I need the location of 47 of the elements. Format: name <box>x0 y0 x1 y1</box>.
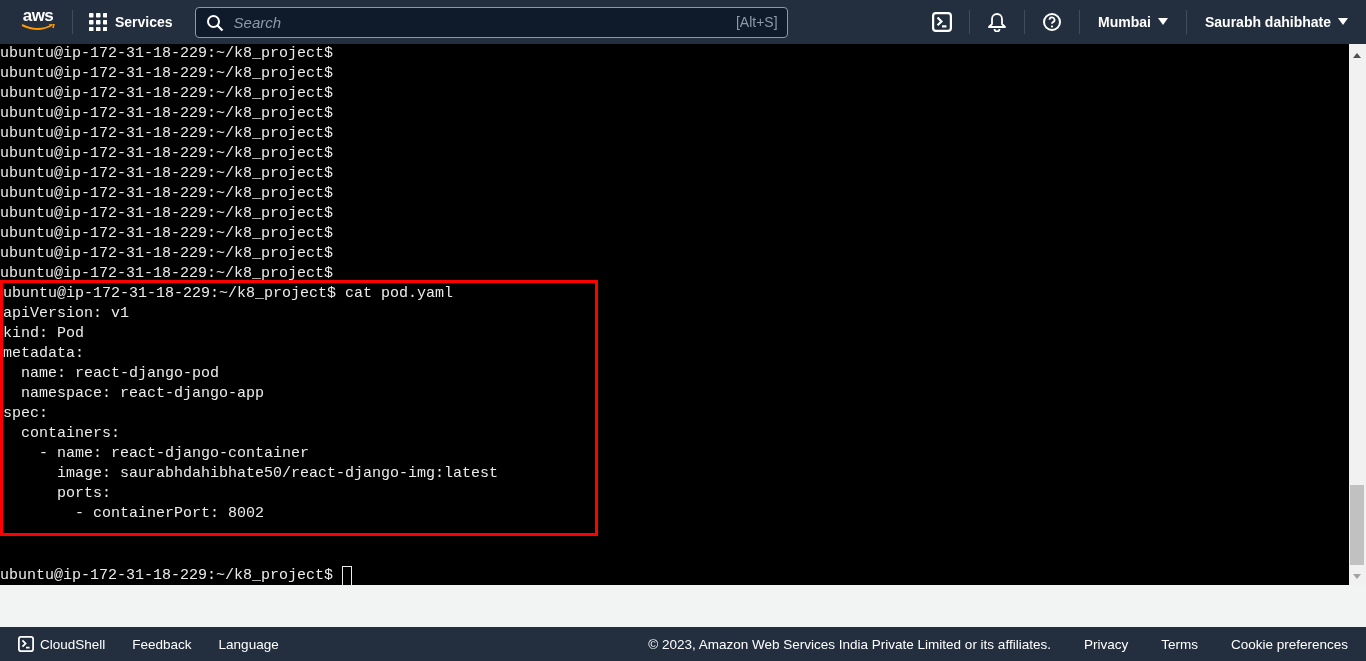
cloudshell-link[interactable]: CloudShell <box>18 636 106 652</box>
terminal-line: spec: <box>3 404 49 424</box>
terminal-prompt: ubuntu@ip-172-31-18-229:~/k8_project$ <box>0 566 334 586</box>
terminal-line: name: react-django-pod <box>20 364 221 384</box>
cursor <box>342 566 353 586</box>
terminal-line: ubuntu@ip-172-31-18-229:~/k8_project$ <box>0 224 335 244</box>
terminal-line: ports: <box>56 484 113 504</box>
terminal-line: namespace: react-django-app <box>20 384 266 404</box>
terminal-line: - name: react-django-container <box>38 444 311 464</box>
footer-link[interactable]: Privacy <box>1083 636 1129 652</box>
terminal-line: ubuntu@ip-172-31-18-229:~/k8_project$ <box>0 204 335 224</box>
terminal-line: ubuntu@ip-172-31-18-229:~/k8_project$ cat pod.yaml <box>3 284 455 304</box>
footer-link[interactable]: Feedback <box>132 636 192 652</box>
scrollbar[interactable] <box>1349 44 1366 585</box>
terminal-line: containers: <box>20 424 122 444</box>
terminal-line: ubuntu@ip-172-31-18-229:~/k8_project$ <box>0 124 335 144</box>
terminal-line: ubuntu@ip-172-31-18-229:~/k8_project$ <box>0 44 335 64</box>
help-icon <box>1042 12 1063 32</box>
terminal-icon <box>18 636 34 652</box>
region-menu[interactable]: Mumbai <box>1080 14 1186 30</box>
terminal-line: ubuntu@ip-172-31-18-229:~/k8_project$ <box>0 84 335 104</box>
terminal-line: kind: Pod <box>3 324 85 344</box>
search-icon <box>205 13 224 32</box>
shortcut-hint: [Alt+S] <box>735 13 778 30</box>
footer-link[interactable]: Language <box>218 636 279 652</box>
copyright-text: © 2023, Amazon Web Services India Private Limited or its affiliates. <box>648 636 1051 652</box>
caret-icon <box>1338 18 1348 26</box>
terminal-line: ubuntu@ip-172-31-18-229:~/k8_project$ <box>0 264 335 284</box>
terminal-line: ubuntu@ip-172-31-18-229:~/k8_project$ <box>0 244 335 264</box>
services-menu[interactable]: Services <box>83 9 179 35</box>
terminal-line: apiVersion: v1 <box>3 304 131 324</box>
footer-link[interactable]: Terms <box>1161 636 1198 652</box>
bell-icon <box>987 12 1008 32</box>
terminal-line: ubuntu@ip-172-31-18-229:~/k8_project$ <box>0 144 335 164</box>
account-menu[interactable]: Saurabh dahibhate <box>1186 14 1366 30</box>
footer-link[interactable]: Cookie preferences <box>1230 636 1348 652</box>
terminal-line: metadata: <box>3 344 85 364</box>
terminal-line: ubuntu@ip-172-31-18-229:~/k8_project$ <box>0 64 335 84</box>
terminal-line: ubuntu@ip-172-31-18-229:~/k8_project$ <box>0 184 335 204</box>
aws-logo[interactable]: aws <box>20 7 56 37</box>
grid-icon <box>89 13 107 31</box>
terminal-line: ubuntu@ip-172-31-18-229:~/k8_project$ <box>0 104 335 124</box>
terminal-line: image: saurabhdahibhate50/react-django-img:latest <box>56 464 500 484</box>
terminal-line: ubuntu@ip-172-31-18-229:~/k8_project$ <box>0 164 335 184</box>
terminal-line: - containerPort: 8002 <box>74 504 266 524</box>
caret-icon <box>1157 18 1168 26</box>
terminal-icon <box>932 12 953 32</box>
